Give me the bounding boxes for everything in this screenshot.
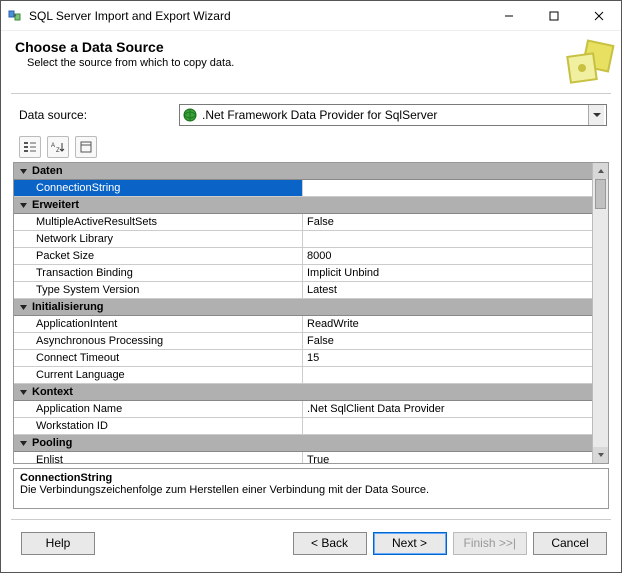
property-value[interactable] [303, 180, 592, 196]
property-name: Network Library [14, 231, 303, 247]
page-title: Choose a Data Source [15, 39, 607, 55]
property-row[interactable]: Asynchronous ProcessingFalse [14, 333, 592, 350]
property-name: Type System Version [14, 282, 303, 298]
property-name: Workstation ID [14, 418, 303, 434]
category-label: Pooling [32, 437, 72, 449]
chevron-down-icon [14, 303, 32, 312]
property-row[interactable]: Network Library [14, 231, 592, 248]
property-name: Enlist [14, 452, 303, 463]
property-value[interactable]: Latest [303, 282, 592, 298]
chevron-down-icon [14, 201, 32, 210]
property-name: Connect Timeout [14, 350, 303, 366]
property-value[interactable] [303, 367, 592, 383]
property-row[interactable]: Transaction BindingImplicit Unbind [14, 265, 592, 282]
property-value[interactable]: True [303, 452, 592, 463]
category-header[interactable]: Kontext [14, 384, 592, 401]
svg-text:Z: Z [56, 148, 60, 154]
category-label: Kontext [32, 386, 73, 398]
property-row[interactable]: MultipleActiveResultSetsFalse [14, 214, 592, 231]
property-name: Packet Size [14, 248, 303, 264]
header-decoration-icon [563, 35, 615, 90]
property-value[interactable]: False [303, 333, 592, 349]
minimize-button[interactable] [486, 1, 531, 30]
property-grid: Daten ConnectionString Erweitert MultipleAc… [13, 162, 609, 464]
datasource-dropdown[interactable]: .Net Framework Data Provider for SqlServ… [179, 104, 607, 126]
page-subtitle: Select the source from which to copy dat… [27, 57, 607, 69]
help-button[interactable]: Help [21, 532, 95, 555]
back-button[interactable]: < Back [293, 532, 367, 555]
datasource-label: Data source: [19, 108, 179, 122]
close-button[interactable] [576, 1, 621, 30]
app-icon [7, 8, 23, 24]
property-row[interactable]: ConnectionString [14, 180, 592, 197]
property-name: Asynchronous Processing [14, 333, 303, 349]
property-value[interactable]: .Net SqlClient Data Provider [303, 401, 592, 417]
property-row[interactable]: ApplicationIntentReadWrite [14, 316, 592, 333]
property-row[interactable]: Application Name.Net SqlClient Data Prov… [14, 401, 592, 418]
category-label: Initialisierung [32, 301, 104, 313]
property-name: Current Language [14, 367, 303, 383]
category-header[interactable]: Pooling [14, 435, 592, 452]
property-name: ConnectionString [14, 180, 303, 196]
property-value[interactable]: 15 [303, 350, 592, 366]
title-bar: SQL Server Import and Export Wizard [1, 1, 621, 31]
scrollbar-thumb[interactable] [595, 179, 606, 209]
property-value[interactable]: 8000 [303, 248, 592, 264]
window-title: SQL Server Import and Export Wizard [29, 9, 486, 23]
description-panel: ConnectionString Die Verbindungszeichenf… [13, 468, 609, 509]
category-header[interactable]: Initialisierung [14, 299, 592, 316]
categorized-button[interactable] [19, 136, 41, 158]
finish-button: Finish >>| [453, 532, 527, 555]
vertical-scrollbar[interactable] [592, 163, 608, 463]
property-value[interactable]: ReadWrite [303, 316, 592, 332]
property-row[interactable]: Workstation ID [14, 418, 592, 435]
cancel-button[interactable]: Cancel [533, 532, 607, 555]
next-button[interactable]: Next > [373, 532, 447, 555]
property-name: Transaction Binding [14, 265, 303, 281]
property-value[interactable] [303, 418, 592, 434]
property-name: Application Name [14, 401, 303, 417]
dropdown-arrow-icon [588, 105, 604, 125]
category-label: Daten [32, 165, 63, 177]
property-name: MultipleActiveResultSets [14, 214, 303, 230]
property-row[interactable]: Current Language [14, 367, 592, 384]
wizard-footer: Help < Back Next > Finish >>| Cancel [1, 520, 621, 566]
description-title: ConnectionString [20, 472, 602, 484]
chevron-down-icon [14, 439, 32, 448]
category-label: Erweitert [32, 199, 79, 211]
property-value[interactable] [303, 231, 592, 247]
property-row[interactable]: Connect Timeout15 [14, 350, 592, 367]
datasource-row: Data source: .Net Framework Data Provide… [1, 94, 621, 134]
category-header[interactable]: Daten [14, 163, 592, 180]
property-pages-button[interactable] [75, 136, 97, 158]
property-value[interactable]: False [303, 214, 592, 230]
scroll-up-button[interactable] [593, 163, 608, 179]
property-row[interactable]: Type System VersionLatest [14, 282, 592, 299]
datasource-selected: .Net Framework Data Provider for SqlServ… [202, 108, 588, 122]
alphabetical-button[interactable]: AZ [47, 136, 69, 158]
description-text: Die Verbindungszeichenfolge zum Herstell… [20, 484, 602, 496]
chevron-down-icon [14, 388, 32, 397]
wizard-header: Choose a Data Source Select the source f… [1, 31, 621, 93]
property-name: ApplicationIntent [14, 316, 303, 332]
maximize-button[interactable] [531, 1, 576, 30]
property-row[interactable]: Packet Size8000 [14, 248, 592, 265]
property-grid-toolbar: AZ [1, 134, 621, 160]
globe-icon [182, 107, 198, 123]
chevron-down-icon [14, 167, 32, 176]
property-value[interactable]: Implicit Unbind [303, 265, 592, 281]
property-row[interactable]: EnlistTrue [14, 452, 592, 463]
scroll-down-button[interactable] [593, 447, 608, 463]
svg-text:A: A [51, 143, 55, 149]
category-header[interactable]: Erweitert [14, 197, 592, 214]
